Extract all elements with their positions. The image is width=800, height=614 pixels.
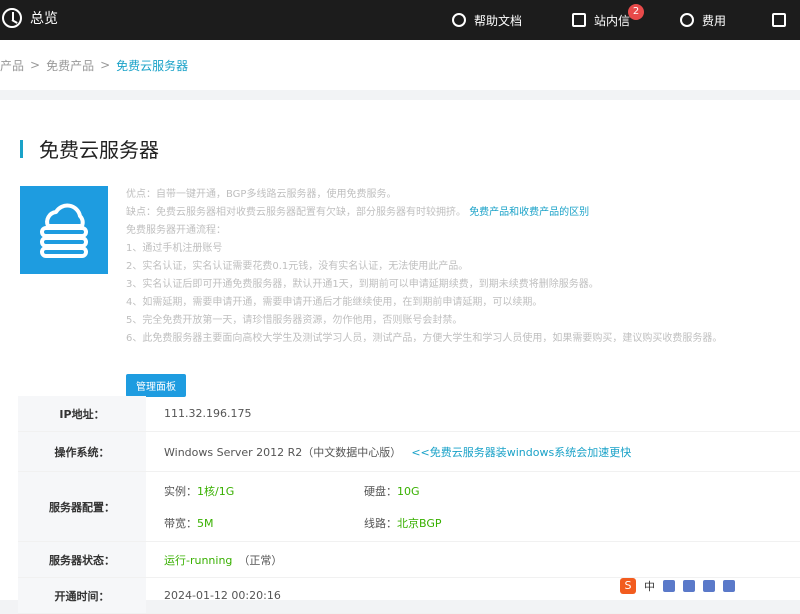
breadcrumb-separator: > (100, 58, 111, 72)
difference-link[interactable]: 免费产品和收费产品的区别 (469, 207, 589, 218)
desc-line: 6、此免费服务器主要面向高校大学生及测试学习人员，测试产品，方便大学生和学习人员… (126, 333, 723, 344)
desc-line: 3、实名认证后即可开通免费服务器，默认开通1天，到期前可以申请延期续费，到期未续… (126, 279, 599, 290)
line-label: 线路： (364, 516, 397, 530)
table-row: 服务器状态： 运行-running （正常） (18, 542, 800, 578)
message-count-badge: 2 (628, 4, 644, 20)
nav-fees-label: 费用 (702, 13, 727, 28)
disk-value: 10G (397, 484, 420, 498)
nav-fees[interactable]: 费用 (680, 0, 726, 40)
status-value: 运行-running (164, 553, 233, 567)
desc-line: 1、通过手机注册账号 (126, 243, 223, 254)
desc-line: 优点：自带一键开通，BGP多线路云服务器，使用免费服务。 (126, 189, 397, 200)
top-bar: 总览 帮助文档 站内信 2 费用 (0, 0, 800, 40)
ime-toolbar[interactable]: S 中 (620, 578, 735, 594)
clock-icon (2, 8, 22, 28)
product-description: 优点：自带一键开通，BGP多线路云服务器，使用免费服务。 缺点：免费云服务器相对… (126, 186, 796, 348)
cpu-label: 实例： (164, 484, 197, 498)
breadcrumb-item-free-products[interactable]: 免费产品 (46, 57, 94, 74)
bandwidth-label: 带宽： (164, 516, 197, 530)
os-value: Windows Server 2012 R2（中文数据中心版） (164, 445, 402, 459)
sogou-icon[interactable]: S (620, 578, 636, 594)
ime-skin-icon[interactable] (723, 580, 735, 592)
desc-line: 2、实名认证，实名认证需要花费0.1元钱，没有实名认证，无法使用此产品。 (126, 261, 469, 272)
cloud-server-icon (20, 186, 108, 274)
ime-keyboard-icon[interactable] (703, 580, 715, 592)
title-accent-bar (20, 139, 23, 158)
help-icon (452, 13, 466, 27)
page-title: 免费云服务器 (20, 134, 159, 163)
nav-help-label: 帮助文档 (474, 13, 523, 28)
desc-line: 免费服务器开通流程： (126, 225, 226, 236)
ime-mode-label[interactable]: 中 (644, 578, 655, 594)
main-panel: 免费云服务器 优点：自带一键开通，BGP多线路云服务器，使用免费服务。 缺点：免… (0, 100, 800, 614)
status-label: 服务器状态： (18, 542, 146, 577)
table-row: 服务器配置： 实例：1核/1G 硬盘：10G 带宽：5M 线路：北京BGP (18, 472, 800, 542)
disk-label: 硬盘： (364, 484, 397, 498)
bandwidth-value: 5M (197, 516, 214, 530)
table-row: IP地址： 111.32.196.175 (18, 396, 800, 432)
logo[interactable]: 总览 (0, 8, 58, 28)
breadcrumb-item-current: 免费云服务器 (116, 58, 189, 73)
os-label: 操作系统： (18, 432, 146, 471)
desc-line: 4、如需延期，需要申请开通，需要申请开通后才能继续使用，在到期前申请延期，可以续… (126, 297, 543, 308)
config-grid: 实例：1核/1G 硬盘：10G 带宽：5M 线路：北京BGP (164, 483, 564, 531)
ip-value: 111.32.196.175 (164, 407, 252, 420)
nav-menu[interactable] (772, 0, 786, 40)
breadcrumb-item-products[interactable]: 产品 (0, 57, 24, 74)
fee-icon (680, 13, 694, 27)
breadcrumb: 产品 > 免费产品 > 免费云服务器 (0, 40, 800, 90)
line-value: 北京BGP (397, 516, 442, 530)
nav-messages[interactable]: 站内信 (572, 0, 630, 40)
desc-line: 缺点：免费云服务器相对收费云服务器配置有欠缺，部分服务器有时较拥挤。 免费产品和… (126, 207, 590, 218)
desc-line: 5、完全免费开放第一天，请珍惜服务器资源，勿作他用，否则账号会封禁。 (126, 315, 463, 326)
breadcrumb-separator: > (30, 58, 41, 72)
page-title-text: 免费云服务器 (39, 138, 159, 162)
cpu-value: 1核/1G (197, 484, 235, 498)
menu-icon (772, 13, 786, 27)
ime-punct-icon[interactable] (663, 580, 675, 592)
table-row: 操作系统： Windows Server 2012 R2（中文数据中心版） <<… (18, 432, 800, 472)
nav-messages-label: 站内信 (594, 13, 631, 28)
message-icon (572, 13, 586, 27)
manage-panel-button[interactable]: 管理面板 (126, 374, 186, 397)
config-label: 服务器配置： (18, 472, 146, 541)
os-tip-link[interactable]: <<免费云服务器装windows系统会加速更快 (411, 444, 631, 460)
nav-help[interactable]: 帮助文档 (452, 0, 522, 40)
open-time-label: 开通时间： (18, 578, 146, 613)
app-title: 总览 (30, 11, 58, 27)
status-note: （正常） (238, 553, 283, 567)
ip-label: IP地址： (18, 396, 146, 431)
ime-emoji-icon[interactable] (683, 580, 695, 592)
